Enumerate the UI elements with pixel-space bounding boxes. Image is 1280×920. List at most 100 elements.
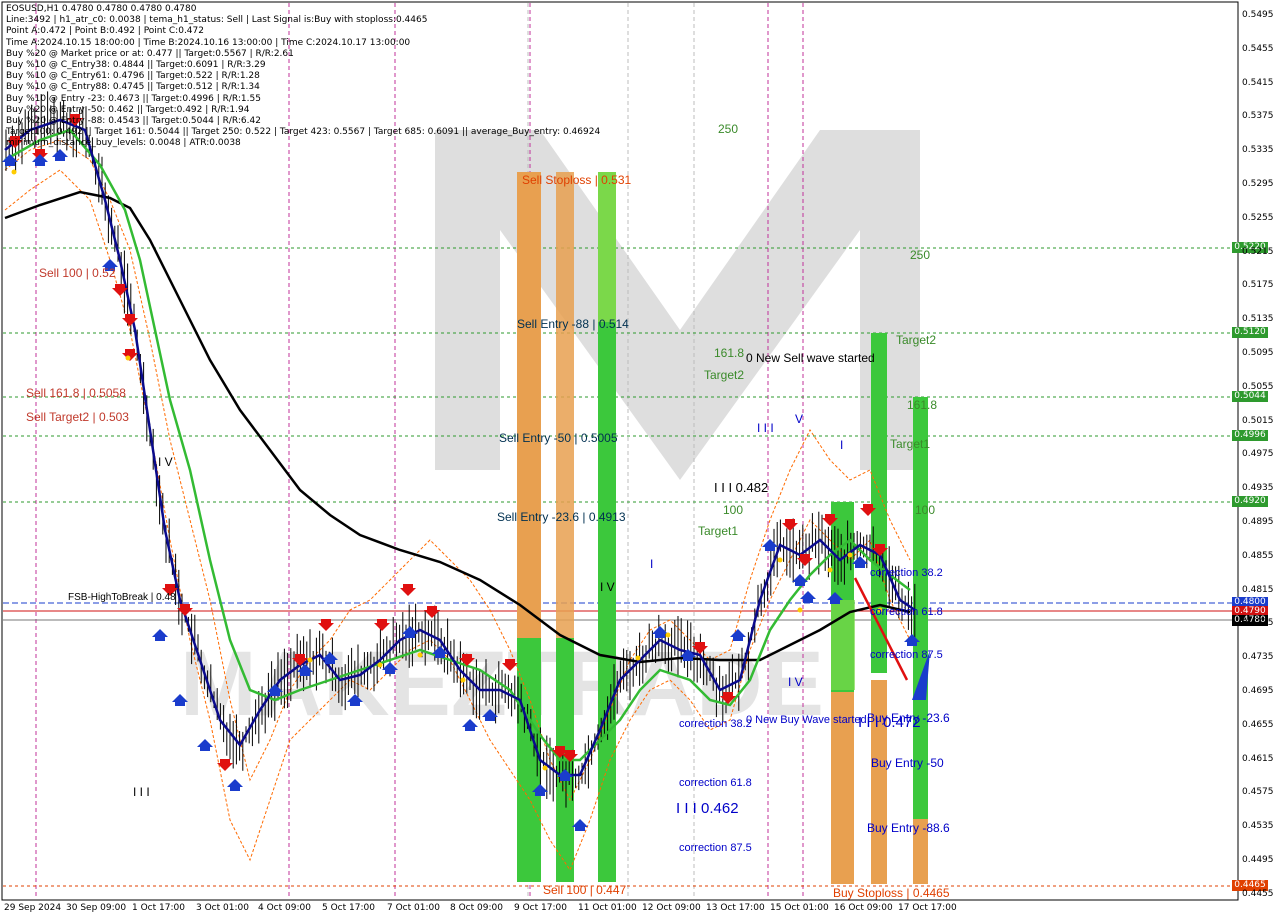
x-tick-label: 29 Sep 2024 bbox=[4, 903, 62, 913]
wave-i-label: I bbox=[650, 557, 654, 571]
star-marker bbox=[542, 765, 548, 771]
wave-iii-price-label: I I I 0.482 bbox=[714, 480, 769, 495]
star-marker bbox=[307, 657, 313, 663]
x-tick-label: 7 Oct 01:00 bbox=[387, 903, 440, 913]
y-tick-label: 0.5255 bbox=[1242, 212, 1274, 223]
sell-entry-50-label: Sell Entry -50 | 0.5005 bbox=[499, 431, 618, 445]
star-marker bbox=[377, 662, 383, 668]
star-marker bbox=[827, 567, 833, 573]
wave-iii-label: I I I bbox=[757, 421, 774, 435]
wave-iii-label: I I I bbox=[133, 785, 150, 799]
x-tick-label: 3 Oct 01:00 bbox=[196, 903, 249, 913]
x-tick-label: 16 Oct 09:00 bbox=[834, 903, 893, 913]
wave-iii-price-label: I I I 0.462 bbox=[676, 800, 739, 817]
y-tick-label: 0.5495 bbox=[1242, 10, 1274, 20]
y-tick-label: 0.4735 bbox=[1242, 652, 1274, 663]
level-161-label: 161.8 bbox=[907, 398, 938, 412]
y-tick-label: 0.4815 bbox=[1242, 584, 1274, 595]
wave-iv-label: I V bbox=[600, 580, 615, 594]
x-tick-label: 5 Oct 17:00 bbox=[322, 903, 375, 913]
symbol-header: EOSUSD,H1 0.4780 0.4780 0.4780 0.4780 bbox=[6, 4, 197, 14]
y-tick-label: 0.4655 bbox=[1242, 719, 1274, 730]
x-tick-label: 13 Oct 17:00 bbox=[706, 903, 765, 913]
y-tick-label: 0.5335 bbox=[1242, 145, 1274, 156]
info-line: Buy %10 @ C_Entry61: 0.4796 || Target:0.… bbox=[6, 71, 260, 82]
level-100-label: 100 bbox=[915, 503, 936, 517]
sell-target2-label: Sell Target2 | 0.503 bbox=[26, 410, 129, 424]
sell-100-bottom-label: Sell 100 | 0.447 bbox=[543, 883, 627, 897]
level-250-label: 250 bbox=[910, 248, 931, 262]
level-100-label: 100 bbox=[723, 503, 744, 517]
target1-label: Target1 bbox=[698, 524, 739, 538]
target2-label: Target2 bbox=[704, 368, 745, 382]
x-tick-label: 11 Oct 01:00 bbox=[578, 903, 637, 913]
price-tag: 0.4920 bbox=[1232, 496, 1268, 507]
sell-entry-88-label: Sell Entry -88 | 0.514 bbox=[517, 317, 629, 331]
indicator-info-panel: EOSUSD,H1 0.4780 0.4780 0.4780 0.4780 Li… bbox=[6, 4, 646, 150]
info-line: Time A:2024.10.15 18:00:00 | Time B:2024… bbox=[6, 37, 411, 48]
y-tick-label: 0.5175 bbox=[1242, 280, 1274, 291]
correction-618-label: correction 61.8 bbox=[870, 606, 943, 618]
y-tick-label: 0.5215 bbox=[1242, 246, 1274, 257]
buy-entry-50-label: Buy Entry -50 bbox=[871, 756, 944, 770]
sell-100-label: Sell 100 | 0.52 bbox=[39, 266, 116, 280]
correction-382-label: correction 38.2 bbox=[870, 567, 943, 579]
y-tick-label: 0.5055 bbox=[1242, 381, 1274, 392]
wave-iv-label: I V bbox=[158, 455, 173, 469]
x-tick-label: 17 Oct 17:00 bbox=[898, 903, 957, 913]
info-line: Buy %20 @ Market price or at: 0.477 || T… bbox=[6, 48, 294, 59]
fsb-label: FSB-HighToBreak | 0.48 bbox=[68, 592, 176, 603]
y-tick-label: 0.5455 bbox=[1242, 43, 1274, 54]
star-marker bbox=[665, 632, 671, 638]
price-tag: 0.5044 bbox=[1232, 391, 1268, 402]
star-marker bbox=[460, 677, 466, 683]
y-tick-label: 0.4935 bbox=[1242, 483, 1274, 494]
x-tick-label: 8 Oct 09:00 bbox=[450, 903, 503, 913]
level-161-label: 161.8 bbox=[714, 346, 745, 360]
price-tag: 0.5120 bbox=[1232, 327, 1268, 338]
star-marker bbox=[847, 552, 853, 558]
info-line: Line:3492 | h1_atr_c0: 0.0038 | tema_h1_… bbox=[6, 15, 428, 26]
y-tick-label: 0.4975 bbox=[1242, 449, 1274, 460]
star-marker bbox=[11, 169, 17, 175]
wave-v-label: V bbox=[795, 412, 804, 426]
new-sell-wave-label: 0 New Sell wave started bbox=[746, 351, 875, 365]
y-tick-label: 0.4695 bbox=[1242, 686, 1274, 696]
y-tick-label: 0.4855 bbox=[1242, 550, 1274, 561]
star-marker bbox=[777, 557, 783, 563]
star-marker bbox=[125, 355, 131, 361]
x-tick-label: 30 Sep 09:00 bbox=[66, 903, 127, 913]
info-line: Buy %10 @ C_Entry88: 0.4745 || Target:0.… bbox=[6, 82, 260, 93]
y-tick-label: 0.4615 bbox=[1242, 753, 1274, 764]
star-marker bbox=[417, 652, 423, 658]
y-tick-label: 0.5015 bbox=[1242, 415, 1274, 426]
info-line: Buy %20 @ Entry -50: 0.462 || Target:0.4… bbox=[6, 104, 250, 115]
y-tick-label: 0.5295 bbox=[1242, 179, 1274, 189]
info-line: minimum_distance_buy_levels: 0.0048 | AT… bbox=[6, 138, 241, 149]
y-tick-label: 0.5135 bbox=[1242, 314, 1274, 325]
target2-label: Target2 bbox=[896, 333, 937, 347]
info-line: Buy %20 @ Entry -88: 0.4543 || Target:0.… bbox=[6, 116, 261, 127]
y-tick-label: 0.4455 bbox=[1242, 888, 1274, 899]
x-tick-label: 12 Oct 09:00 bbox=[642, 903, 701, 913]
info-line: Point A:0.472 | Point B:0.492 | Point C:… bbox=[6, 26, 204, 37]
correction-618-label: correction 61.8 bbox=[679, 777, 752, 789]
x-tick-label: 4 Oct 09:00 bbox=[258, 903, 311, 913]
correction-875-label: correction 87.5 bbox=[679, 842, 752, 854]
x-tick-label: 9 Oct 17:00 bbox=[514, 903, 567, 913]
level-250-label: 250 bbox=[718, 122, 739, 136]
y-tick-label: 0.5095 bbox=[1242, 348, 1274, 358]
y-tick-label: 0.4895 bbox=[1242, 517, 1274, 527]
x-tick-label: 1 Oct 17:00 bbox=[132, 903, 185, 913]
star-marker bbox=[797, 607, 803, 613]
wave-i-label: I bbox=[840, 438, 844, 452]
y-tick-label: 0.5415 bbox=[1242, 77, 1274, 88]
y-tick-label: 0.4495 bbox=[1242, 855, 1274, 865]
y-tick-label: 0.4575 bbox=[1242, 787, 1274, 798]
x-tick-label: 15 Oct 01:00 bbox=[770, 903, 829, 913]
sell-entry-23-label: Sell Entry -23.6 | 0.4913 bbox=[497, 510, 626, 524]
info-line: Buy %10 @ Entry -23: 0.4673 || Target:0.… bbox=[6, 93, 261, 104]
y-tick-label: 0.4535 bbox=[1242, 821, 1274, 832]
correction-875-label: correction 87.5 bbox=[870, 649, 943, 661]
sell-stoploss-label: Sell Stoploss | 0.531 bbox=[522, 173, 632, 187]
